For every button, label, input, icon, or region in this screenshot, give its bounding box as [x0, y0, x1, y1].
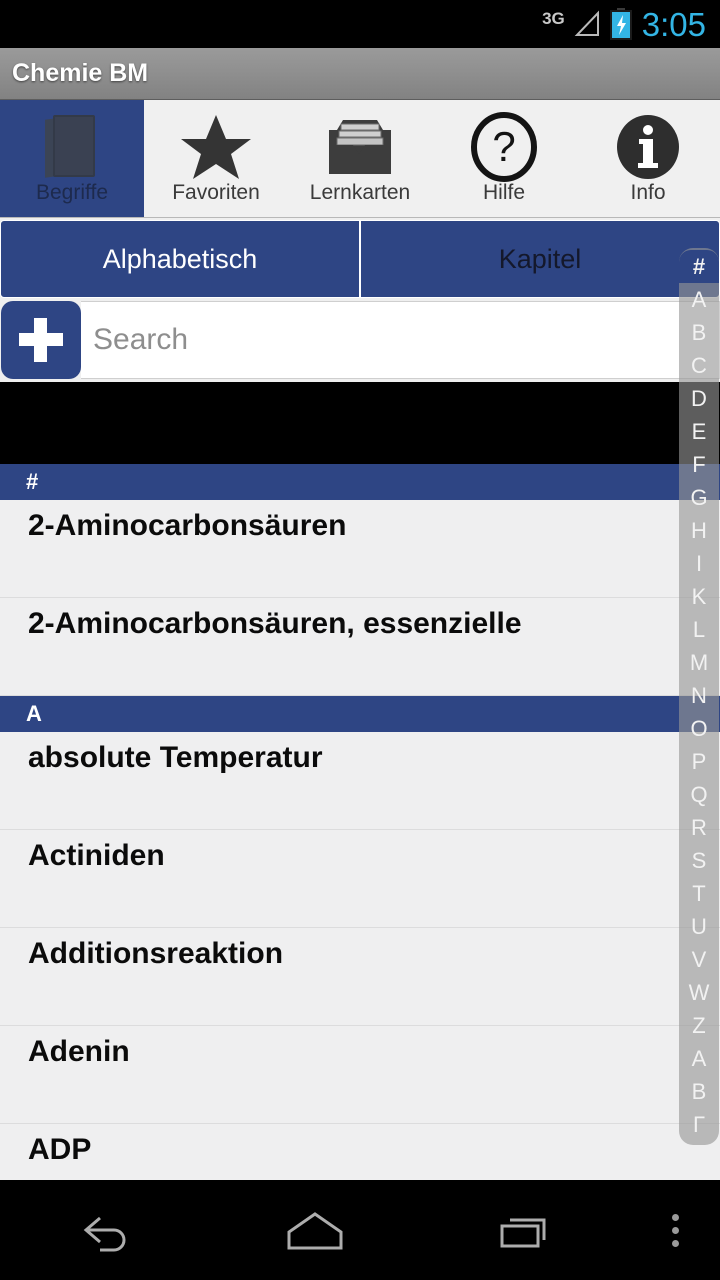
alpha-index-letter[interactable]: Α [679, 1042, 719, 1075]
question-mark-circle-icon: ? [469, 110, 539, 184]
alpha-index-letter[interactable]: F [679, 448, 719, 481]
recent-apps-icon[interactable] [420, 1208, 630, 1252]
toolbar-label-info: Info [630, 181, 666, 204]
term-list[interactable]: # 2-Aminocarbonsäuren 2-Aminocarbonsäure… [0, 464, 720, 1180]
battery-charging-icon [609, 8, 633, 40]
alpha-index-letter[interactable]: S [679, 844, 719, 877]
toolbar-item-favoriten[interactable]: Favoriten [144, 100, 288, 217]
tab-alphabetisch-label: Alphabetisch [102, 243, 258, 274]
alphabet-index-bar[interactable]: # A B C D E F G H I K L M N O P Q R S T U V W Z Α Β Γ [679, 248, 719, 1145]
plus-icon [19, 318, 63, 362]
list-item-label: 2-Aminocarbonsäuren, essenzielle [28, 607, 522, 640]
star-icon [180, 110, 252, 184]
alpha-index-letter[interactable]: E [679, 415, 719, 448]
alpha-index-letter[interactable]: H [679, 514, 719, 547]
toolbar-item-lernkarten[interactable]: Lernkarten [288, 100, 432, 217]
list-item[interactable]: ADP [0, 1124, 720, 1180]
alpha-index-letter[interactable]: A [679, 283, 719, 316]
alpha-index-letter[interactable]: C [679, 349, 719, 382]
list-item[interactable]: absolute Temperatur [0, 732, 720, 830]
alpha-index-letter[interactable]: Γ [679, 1108, 719, 1141]
add-term-button[interactable] [1, 301, 81, 379]
alpha-index-letter[interactable]: R [679, 811, 719, 844]
alpha-index-letter[interactable]: L [679, 613, 719, 646]
list-item-label: Adenin [28, 1035, 130, 1068]
toolbar-label-begriffe: Begriffe [36, 181, 108, 204]
section-header-hash-label: # [26, 469, 39, 494]
signal-triangle-icon [574, 10, 600, 38]
status-bar: 3G 3:05 [0, 0, 720, 48]
list-item[interactable]: Actiniden [0, 830, 720, 928]
book-icon [45, 110, 99, 184]
alpha-index-letter[interactable]: K [679, 580, 719, 613]
toolbar-item-hilfe[interactable]: ? Hilfe [432, 100, 576, 217]
alpha-index-letter[interactable]: T [679, 877, 719, 910]
android-navigation-bar [0, 1180, 720, 1280]
app-root: 3G 3:05 Chemie BM Begriffe Favoriten Ler… [0, 0, 720, 1280]
alpha-index-letter[interactable]: W [679, 976, 719, 1009]
section-header-a-label: A [26, 701, 42, 726]
alpha-index-letter[interactable]: # [679, 250, 719, 283]
alpha-index-letter[interactable]: P [679, 745, 719, 778]
card-box-icon [325, 110, 395, 184]
alpha-index-letter[interactable]: N [679, 679, 719, 712]
tab-alphabetisch[interactable]: Alphabetisch [0, 220, 360, 298]
svg-text:?: ? [492, 123, 515, 170]
back-icon[interactable] [0, 1208, 210, 1252]
info-circle-icon [613, 110, 683, 184]
alpha-index-letter[interactable]: D [679, 382, 719, 415]
home-icon[interactable] [210, 1208, 420, 1252]
alpha-index-letter[interactable]: U [679, 910, 719, 943]
list-item-label: Actiniden [28, 839, 165, 872]
list-item-label: ADP [28, 1133, 92, 1166]
search-row: Search [0, 300, 720, 382]
clock-label: 3:05 [641, 5, 706, 43]
search-placeholder: Search [93, 323, 189, 356]
toolbar-item-begriffe[interactable]: Begriffe [0, 100, 144, 217]
segmented-control: Alphabetisch Kapitel [0, 218, 720, 300]
network-type-label: 3G [542, 8, 565, 28]
tab-kapitel-label: Kapitel [498, 243, 582, 274]
section-header-hash: # [0, 464, 720, 500]
tab-kapitel[interactable]: Kapitel [360, 220, 720, 298]
overflow-menu-icon[interactable] [630, 1211, 720, 1250]
list-item-label: absolute Temperatur [28, 741, 323, 774]
list-item[interactable]: 2-Aminocarbonsäuren, essenzielle [0, 598, 720, 696]
list-item[interactable]: Adenin [0, 1026, 720, 1124]
alpha-index-letter[interactable]: Z [679, 1009, 719, 1042]
alpha-index-letter[interactable]: I [679, 547, 719, 580]
alpha-index-letter[interactable]: Β [679, 1075, 719, 1108]
alpha-index-letter[interactable]: O [679, 712, 719, 745]
list-item-label: Additionsreaktion [28, 937, 284, 970]
toolbar-label-hilfe: Hilfe [482, 181, 525, 204]
list-item-label: 2-Aminocarbonsäuren [28, 509, 347, 542]
alpha-index-letter[interactable]: G [679, 481, 719, 514]
list-item[interactable]: Additionsreaktion [0, 928, 720, 1026]
toolbar-label-lernkarten: Lernkarten [309, 181, 411, 204]
alpha-index-letter[interactable]: M [679, 646, 719, 679]
section-header-a: A [0, 696, 720, 732]
title-bar: Chemie BM [0, 48, 720, 100]
alpha-index-letter[interactable]: Q [679, 778, 719, 811]
list-item[interactable]: 2-Aminocarbonsäuren [0, 500, 720, 598]
main-toolbar: Begriffe Favoriten Lernkarten ? Hilfe In… [0, 100, 720, 218]
search-input[interactable]: Search [81, 301, 720, 379]
toolbar-label-favoriten: Favoriten [172, 181, 260, 204]
toolbar-item-info[interactable]: Info [576, 100, 720, 217]
alpha-index-letter[interactable]: B [679, 316, 719, 349]
alpha-index-letter[interactable]: V [679, 943, 719, 976]
app-title: Chemie BM [12, 59, 149, 87]
